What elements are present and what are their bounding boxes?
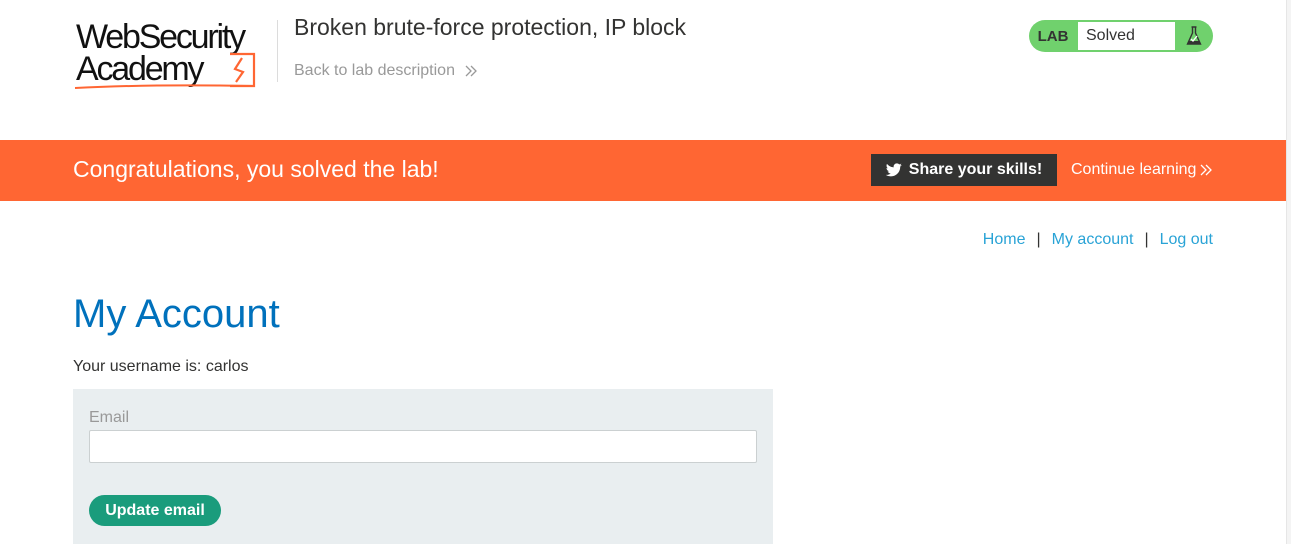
double-chevron-right-icon (1200, 164, 1213, 176)
scrollbar[interactable] (1286, 0, 1291, 544)
nav-separator: | (1036, 231, 1041, 248)
update-email-form: Email Update email (73, 389, 773, 544)
email-field[interactable] (89, 430, 757, 463)
lab-status-text: Solved (1077, 21, 1176, 51)
solved-banner: Congratulations, you solved the lab! Sha… (0, 140, 1286, 201)
nav-my-account-link[interactable]: My account (1052, 231, 1134, 249)
lab-status-widget: LAB Solved (1029, 20, 1213, 52)
nav-log-out-link[interactable]: Log out (1160, 231, 1213, 249)
username-text: Your username is: carlos (73, 358, 249, 375)
logo-lightning-icon (74, 52, 256, 89)
account-nav: Home | My account | Log out (983, 231, 1213, 249)
back-to-description-link[interactable]: Back to lab description (294, 62, 477, 80)
continue-learning-link[interactable]: Continue learning (1071, 161, 1213, 179)
nav-separator: | (1144, 231, 1149, 248)
lab-label: LAB (1037, 27, 1069, 45)
web-security-academy-logo[interactable]: WebSecurity Academy (74, 18, 274, 90)
header-divider (277, 20, 278, 82)
email-label: Email (89, 409, 130, 426)
page-title: My Account (73, 292, 280, 336)
nav-home-link[interactable]: Home (983, 231, 1026, 249)
double-chevron-right-icon (465, 65, 477, 77)
congratulations-message: Congratulations, you solved the lab! (73, 156, 439, 182)
continue-link-label: Continue learning (1071, 161, 1197, 178)
back-link-label: Back to lab description (294, 62, 455, 79)
twitter-icon (885, 163, 902, 177)
update-email-button[interactable]: Update email (89, 495, 221, 526)
share-skills-button[interactable]: Share your skills! (871, 154, 1057, 186)
share-button-label: Share your skills! (908, 161, 1043, 178)
lab-title: Broken brute-force protection, IP block (294, 14, 687, 40)
flask-icon (1176, 26, 1212, 46)
